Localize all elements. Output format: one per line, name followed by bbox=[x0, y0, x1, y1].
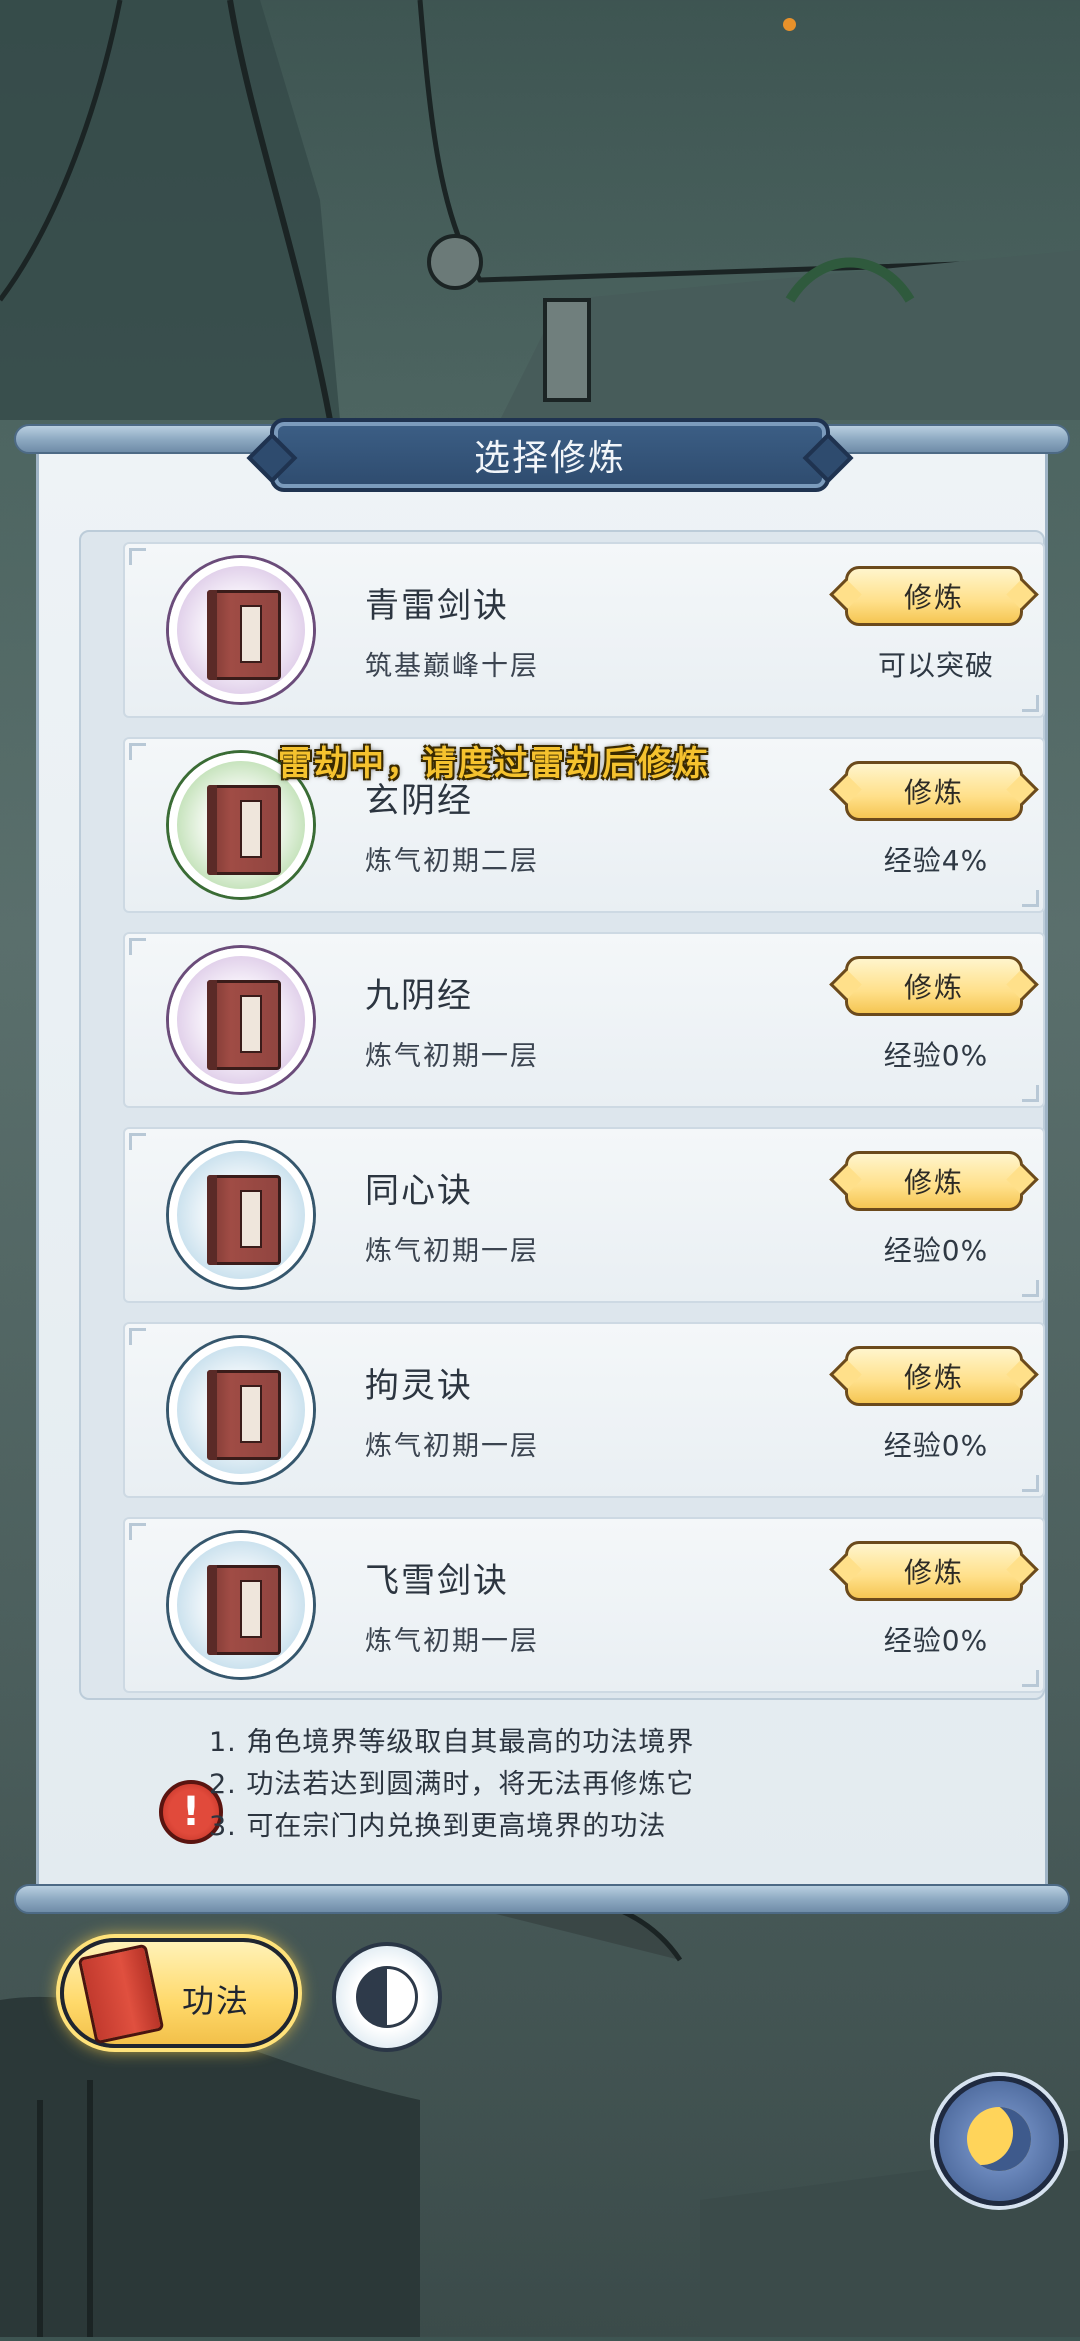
skill-level: 炼气初期一层 bbox=[365, 1236, 539, 1267]
status-indicator-dot bbox=[783, 18, 796, 31]
book-label bbox=[240, 800, 262, 858]
skill-name: 九阴经 bbox=[365, 976, 473, 1016]
book-icon bbox=[207, 1565, 281, 1655]
skill-row[interactable]: 青雷剑诀 筑基巅峰十层 修炼 可以突破 bbox=[123, 542, 1045, 718]
skill-status: 经验0% bbox=[883, 1039, 989, 1072]
notes: 1. 角色境界等级取自其最高的功法境界 2. 功法若达到圆满时，将无法再修炼它 … bbox=[209, 1722, 694, 1848]
book-label bbox=[240, 605, 262, 663]
book-label bbox=[240, 1580, 262, 1638]
skill-row[interactable]: 飞雪剑诀 炼气初期一层 修炼 经验0% bbox=[123, 1517, 1045, 1693]
skill-medallion bbox=[169, 1338, 313, 1482]
book-icon bbox=[207, 590, 281, 680]
skill-medallion bbox=[169, 1533, 313, 1677]
skill-name: 飞雪剑诀 bbox=[365, 1561, 509, 1601]
crescent-moon-icon bbox=[967, 2107, 1031, 2171]
train-button-label: 修炼 bbox=[903, 1556, 964, 1589]
book-icon bbox=[207, 980, 281, 1070]
cultivation-select-panel: 青雷剑诀 筑基巅峰十层 修炼 可以突破 玄阴经 炼气初期二层 修炼 经验4% 九… bbox=[14, 418, 1070, 1914]
note-line: 2. 功法若达到圆满时，将无法再修炼它 bbox=[209, 1769, 695, 1800]
note-line: 3. 可在宗门内兑换到更高境界的功法 bbox=[209, 1811, 667, 1842]
skill-level: 炼气初期一层 bbox=[365, 1431, 539, 1462]
train-button-label: 修炼 bbox=[903, 971, 964, 1004]
skill-medallion bbox=[169, 1143, 313, 1287]
train-button[interactable]: 修炼 bbox=[845, 761, 1023, 821]
panel-title-plate: 选择修炼 bbox=[270, 418, 830, 492]
book-label bbox=[240, 1190, 262, 1248]
skill-level: 炼气初期二层 bbox=[365, 846, 539, 877]
train-button[interactable]: 修炼 bbox=[845, 566, 1023, 626]
book-icon bbox=[77, 1943, 165, 2045]
skill-level: 炼气初期一层 bbox=[365, 1626, 539, 1657]
skill-status: 经验4% bbox=[883, 844, 989, 877]
skill-name: 同心诀 bbox=[365, 1171, 473, 1211]
train-button-label: 修炼 bbox=[903, 581, 964, 614]
book-icon bbox=[207, 785, 281, 875]
book-icon bbox=[207, 1175, 281, 1265]
scroll-rod-bottom bbox=[14, 1884, 1070, 1914]
skill-status: 经验0% bbox=[883, 1234, 989, 1267]
train-button[interactable]: 修炼 bbox=[845, 956, 1023, 1016]
skill-row[interactable]: 拘灵诀 炼气初期一层 修炼 经验0% bbox=[123, 1322, 1045, 1498]
panel-title: 选择修炼 bbox=[473, 438, 626, 479]
train-button-label: 修炼 bbox=[903, 1166, 964, 1199]
gongfa-tab-button[interactable]: 功法 bbox=[60, 1938, 298, 2048]
moon-button[interactable] bbox=[934, 2076, 1064, 2206]
skill-level: 炼气初期一层 bbox=[365, 1041, 539, 1072]
train-button-label: 修炼 bbox=[903, 776, 964, 809]
skill-list[interactable]: 青雷剑诀 筑基巅峰十层 修炼 可以突破 玄阴经 炼气初期二层 修炼 经验4% 九… bbox=[79, 530, 1045, 1700]
gongfa-label: 功法 bbox=[182, 1982, 251, 2020]
train-button[interactable]: 修炼 bbox=[845, 1151, 1023, 1211]
skill-name: 青雷剑诀 bbox=[365, 586, 509, 626]
skill-status: 经验0% bbox=[883, 1429, 989, 1462]
skill-level: 筑基巅峰十层 bbox=[365, 651, 539, 682]
train-button[interactable]: 修炼 bbox=[845, 1541, 1023, 1601]
toast-message: 雷劫中，请度过雷劫后修炼 bbox=[278, 744, 710, 784]
note-line: 1. 角色境界等级取自其最高的功法境界 bbox=[209, 1727, 695, 1758]
skill-status: 经验0% bbox=[883, 1624, 989, 1657]
skill-name: 拘灵诀 bbox=[365, 1366, 473, 1406]
book-label bbox=[240, 995, 262, 1053]
book-icon bbox=[207, 1370, 281, 1460]
book-label bbox=[240, 1385, 262, 1443]
skill-row[interactable]: 同心诀 炼气初期一层 修炼 经验0% bbox=[123, 1127, 1045, 1303]
skill-medallion bbox=[169, 558, 313, 702]
skill-status: 可以突破 bbox=[877, 649, 994, 682]
yin-yang-button[interactable] bbox=[332, 1942, 442, 2052]
skill-medallion bbox=[169, 948, 313, 1092]
train-button[interactable]: 修炼 bbox=[845, 1346, 1023, 1406]
scroll-body: 青雷剑诀 筑基巅峰十层 修炼 可以突破 玄阴经 炼气初期二层 修炼 经验4% 九… bbox=[36, 440, 1048, 1892]
train-button-label: 修炼 bbox=[903, 1361, 964, 1394]
skill-row[interactable]: 九阴经 炼气初期一层 修炼 经验0% bbox=[123, 932, 1045, 1108]
yin-yang-icon bbox=[356, 1966, 418, 2028]
